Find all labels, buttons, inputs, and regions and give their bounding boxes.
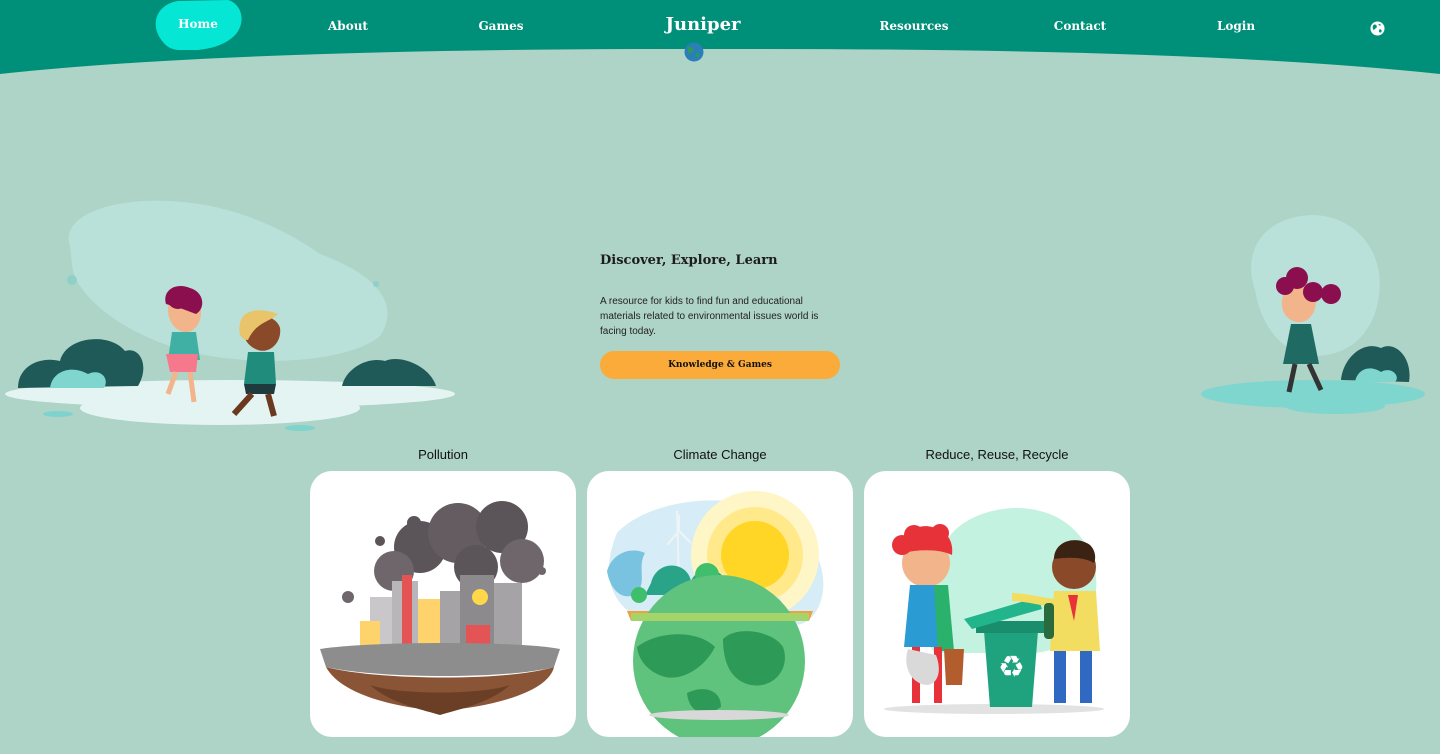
card-climate-change[interactable]: Climate Change <box>587 446 853 737</box>
hero-title: Discover, Explore, Learn <box>600 253 778 268</box>
hero-text-block: Discover, Explore, Learn A resource for … <box>600 252 840 339</box>
card-title: Reduce, Reuse, Recycle <box>925 447 1069 462</box>
pollution-card-image[interactable] <box>310 471 576 737</box>
hero-description: A resource for kids to find fun and educ… <box>600 296 819 337</box>
svg-text:♻: ♻ <box>998 650 1025 685</box>
kids-recycling-illustration: ♻ <box>884 508 1104 714</box>
nav-resources[interactable]: Resources <box>878 17 950 35</box>
language-globe-icon[interactable] <box>1370 21 1385 36</box>
nav-games[interactable]: Games <box>471 17 531 35</box>
top-navbar: Home About Games Juniper Resources Conta… <box>0 0 1440 80</box>
knowledge-games-button[interactable]: Knowledge & Games <box>600 351 840 379</box>
earth-climate-illustration <box>607 491 824 737</box>
card-title: Climate Change <box>673 447 767 462</box>
card-recycle[interactable]: Reduce, Reuse, Recycle ♻ <box>864 446 1130 737</box>
brand-logo-text[interactable]: Juniper <box>652 12 754 38</box>
nav-contact[interactable]: Contact <box>1050 17 1110 35</box>
globe-icon <box>684 42 704 62</box>
nav-about[interactable]: About <box>318 17 378 35</box>
girl-walking-illustration <box>1201 215 1425 414</box>
nav-login[interactable]: Login <box>1210 17 1262 35</box>
nav-home[interactable]: Home <box>152 15 244 33</box>
factory-pollution-illustration <box>320 501 560 715</box>
kids-playing-illustration <box>5 200 455 431</box>
card-pollution[interactable]: Pollution <box>310 446 576 737</box>
recycle-card-image[interactable]: ♻ <box>864 471 1130 737</box>
climate-card-image[interactable] <box>587 471 853 737</box>
card-title: Pollution <box>418 447 468 462</box>
